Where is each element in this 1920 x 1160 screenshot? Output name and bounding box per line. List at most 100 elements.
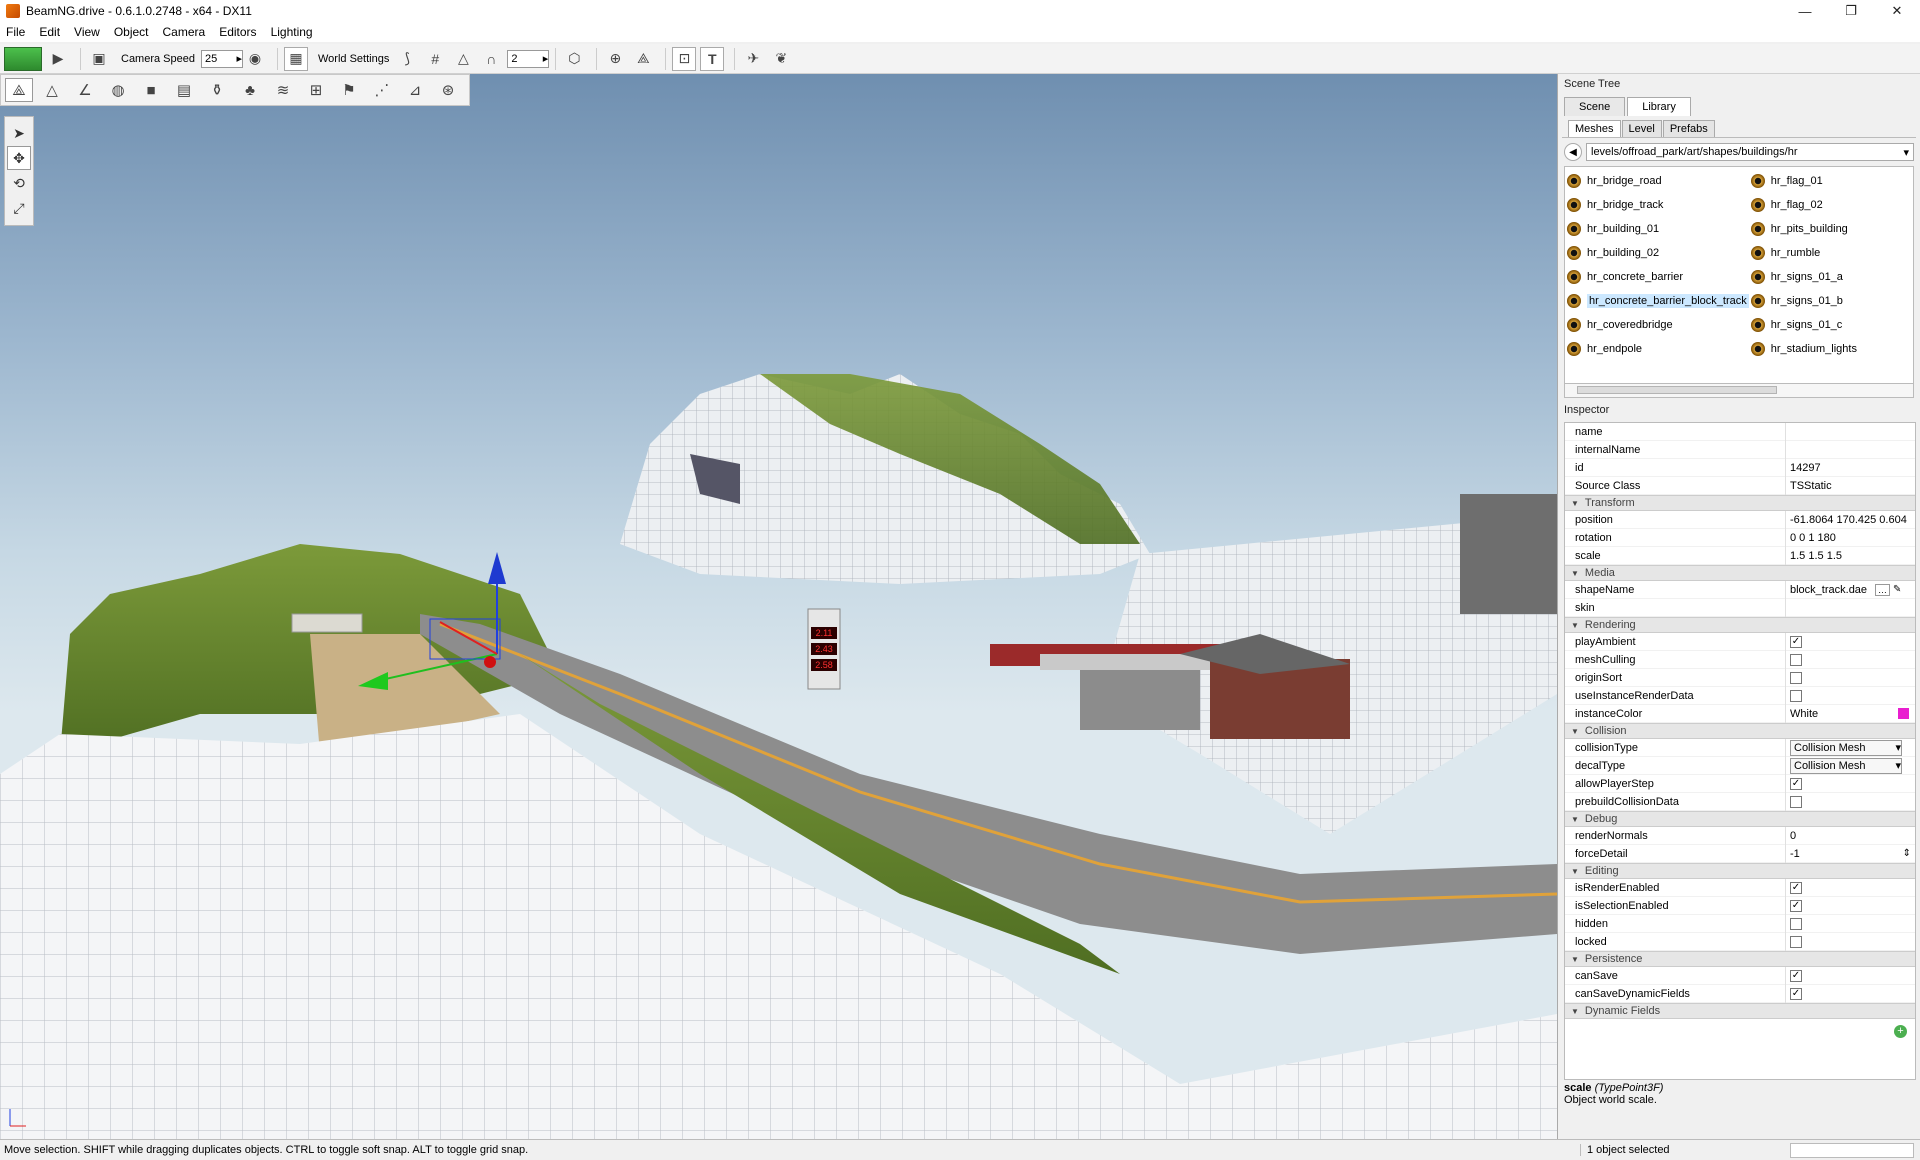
scrollbar-thumb[interactable] — [1577, 386, 1777, 394]
tab-meshes[interactable]: Meshes — [1568, 120, 1621, 137]
add-field-icon[interactable]: + — [1894, 1024, 1907, 1038]
increment-arrow-icon[interactable]: ▸ — [236, 52, 242, 65]
play-ambient-checkbox[interactable]: ✓ — [1790, 635, 1802, 648]
select-box-icon[interactable]: ⊡ — [672, 46, 697, 71]
mesh-road-icon[interactable]: ⊞ — [302, 78, 330, 102]
cube-tool-icon[interactable]: ■ — [137, 78, 165, 102]
world-settings-icon[interactable]: ▦ — [284, 46, 308, 71]
locked-checkbox[interactable] — [1790, 935, 1802, 948]
3d-viewport[interactable]: 2.11 2.43 2.58 — [0, 74, 1557, 1139]
tab-prefabs[interactable]: Prefabs — [1662, 120, 1715, 137]
group-editing[interactable]: ▼ Editing — [1565, 863, 1915, 879]
render-normals-field[interactable]: 0 — [1785, 826, 1915, 845]
list-item[interactable]: hr_building_02 — [1565, 241, 1749, 265]
menu-camera[interactable]: Camera — [163, 25, 206, 39]
close-button[interactable]: ✕ — [1874, 0, 1920, 22]
back-arrow-icon[interactable]: ◀ — [1564, 143, 1582, 161]
camera-icon[interactable]: ▣ — [87, 47, 111, 71]
force-detail-field[interactable]: -1 ⇕ — [1785, 844, 1915, 863]
world-editor-mode-icon[interactable] — [4, 46, 42, 71]
world-settings-label[interactable]: World Settings — [318, 53, 389, 65]
maximize-button[interactable]: ❐ — [1828, 0, 1874, 22]
hidden-checkbox[interactable] — [1790, 917, 1802, 930]
visibility-eye-icon[interactable]: ◉ — [243, 47, 267, 71]
object-center-icon[interactable]: ⊕ — [603, 47, 627, 71]
list-item[interactable]: hr_bridge_track — [1565, 193, 1749, 217]
list-item[interactable]: hr_concrete_barrier — [1565, 265, 1749, 289]
tab-library[interactable]: Library — [1627, 97, 1691, 116]
edit-shape-icon[interactable]: ✎ — [1893, 584, 1901, 595]
road-editor-icon[interactable]: ⋰ — [368, 78, 396, 102]
list-item[interactable]: hr_flag_01 — [1749, 169, 1913, 193]
menu-view[interactable]: View — [74, 25, 100, 39]
grid-size-input[interactable]: 2 ▸ — [507, 49, 550, 68]
material-editor-icon[interactable]: ▤ — [170, 78, 198, 102]
shape-name-field[interactable]: block_track.dae… ✎ — [1785, 580, 1915, 599]
text-tool-icon[interactable]: T — [700, 46, 725, 71]
scale-field[interactable]: 1.5 1.5 1.5 — [1785, 546, 1915, 565]
group-collision[interactable]: ▼ Collision — [1565, 723, 1915, 739]
list-item[interactable]: hr_signs_01_b — [1749, 289, 1913, 313]
position-field[interactable]: -61.8064 170.425 0.604 — [1785, 510, 1915, 529]
origin-sort-checkbox[interactable] — [1790, 671, 1802, 684]
increment-arrow-icon[interactable]: ▸ — [543, 52, 549, 65]
list-item[interactable]: hr_coveredbridge — [1565, 313, 1749, 337]
list-item[interactable]: hr_signs_01_c — [1749, 313, 1913, 337]
terrain-editor-icon[interactable]: △ — [38, 78, 66, 102]
color-swatch[interactable] — [1898, 708, 1909, 719]
group-dynamic-fields[interactable]: ▼ Dynamic Fields — [1565, 1003, 1915, 1019]
can-save-checkbox[interactable]: ✓ — [1790, 969, 1802, 982]
list-item-selected[interactable]: hr_concrete_barrier_block_track — [1565, 289, 1749, 313]
bounding-box-icon[interactable]: ⬡ — [562, 47, 586, 71]
name-field[interactable] — [1785, 423, 1915, 441]
instance-color-value[interactable]: White — [1790, 708, 1818, 720]
menu-lighting[interactable]: Lighting — [271, 25, 313, 39]
prebuild-collision-data-checkbox[interactable] — [1790, 795, 1802, 808]
list-item[interactable]: hr_rumble — [1749, 241, 1913, 265]
tab-scene[interactable]: Scene — [1564, 97, 1626, 116]
decal-type-select[interactable]: Collision Mesh ▾ — [1790, 757, 1902, 774]
collision-type-select[interactable]: Collision Mesh ▾ — [1790, 739, 1902, 756]
sketch-tool-icon[interactable]: ⚱ — [203, 78, 231, 102]
menu-object[interactable]: Object — [114, 25, 149, 39]
sphere-tool-icon[interactable]: ◍ — [104, 78, 132, 102]
group-rendering[interactable]: ▼ Rendering — [1565, 617, 1915, 633]
terrain-snap-icon[interactable]: △ — [451, 47, 475, 71]
snap-icon[interactable]: ⟆ — [395, 47, 419, 71]
list-item[interactable]: hr_building_01 — [1565, 217, 1749, 241]
mesh-list-scrollbar[interactable] — [1564, 384, 1914, 398]
list-item[interactable]: hr_pits_building — [1749, 217, 1913, 241]
list-item[interactable]: hr_endpole — [1565, 337, 1749, 361]
list-item[interactable]: hr_signs_01_a — [1749, 265, 1913, 289]
mesh-culling-checkbox[interactable] — [1790, 653, 1802, 666]
list-item[interactable]: hr_flag_02 — [1749, 193, 1913, 217]
minimize-button[interactable]: — — [1782, 0, 1828, 22]
scale-gizmo-icon[interactable]: ⤢ — [7, 196, 31, 220]
list-item[interactable]: hr_stadium_lights — [1749, 337, 1913, 361]
group-debug[interactable]: ▼ Debug — [1565, 811, 1915, 827]
grid-snap-icon[interactable]: # — [423, 47, 447, 71]
rotation-field[interactable]: 0 0 1 180 — [1785, 528, 1915, 547]
select-arrow-icon[interactable]: ➤ — [7, 121, 31, 145]
forest-editor-icon[interactable]: ♣ — [236, 78, 264, 102]
decal-editor-icon[interactable]: ⚑ — [335, 78, 363, 102]
is-selection-enabled-checkbox[interactable]: ✓ — [1790, 899, 1802, 912]
move-gizmo-icon[interactable]: ✥ — [7, 146, 31, 170]
gizmo-z-arrow[interactable] — [488, 552, 506, 584]
list-item[interactable]: hr_bridge_road — [1565, 169, 1749, 193]
allow-player-step-checkbox[interactable]: ✓ — [1790, 777, 1802, 790]
terrain-painter-icon[interactable]: ∠ — [71, 78, 99, 102]
spinner-icon[interactable]: ⇕ — [1903, 848, 1911, 859]
vehicle-icon[interactable]: ✈ — [741, 47, 765, 71]
internal-name-field[interactable] — [1785, 440, 1915, 459]
group-transform[interactable]: ▼ Transform — [1565, 495, 1915, 511]
path-dropdown[interactable]: levels/offroad_park/art/shapes/buildings… — [1586, 143, 1914, 161]
object-editor-icon[interactable]: ⟁ — [5, 78, 33, 102]
play-icon[interactable]: ▶ — [46, 47, 70, 71]
group-media[interactable]: ▼ Media — [1565, 565, 1915, 581]
is-render-enabled-checkbox[interactable]: ✓ — [1790, 881, 1802, 894]
menu-file[interactable]: File — [6, 25, 25, 39]
menu-editors[interactable]: Editors — [219, 25, 256, 39]
use-instance-render-data-checkbox[interactable] — [1790, 689, 1802, 702]
magnet-icon[interactable]: ∩ — [479, 47, 503, 71]
